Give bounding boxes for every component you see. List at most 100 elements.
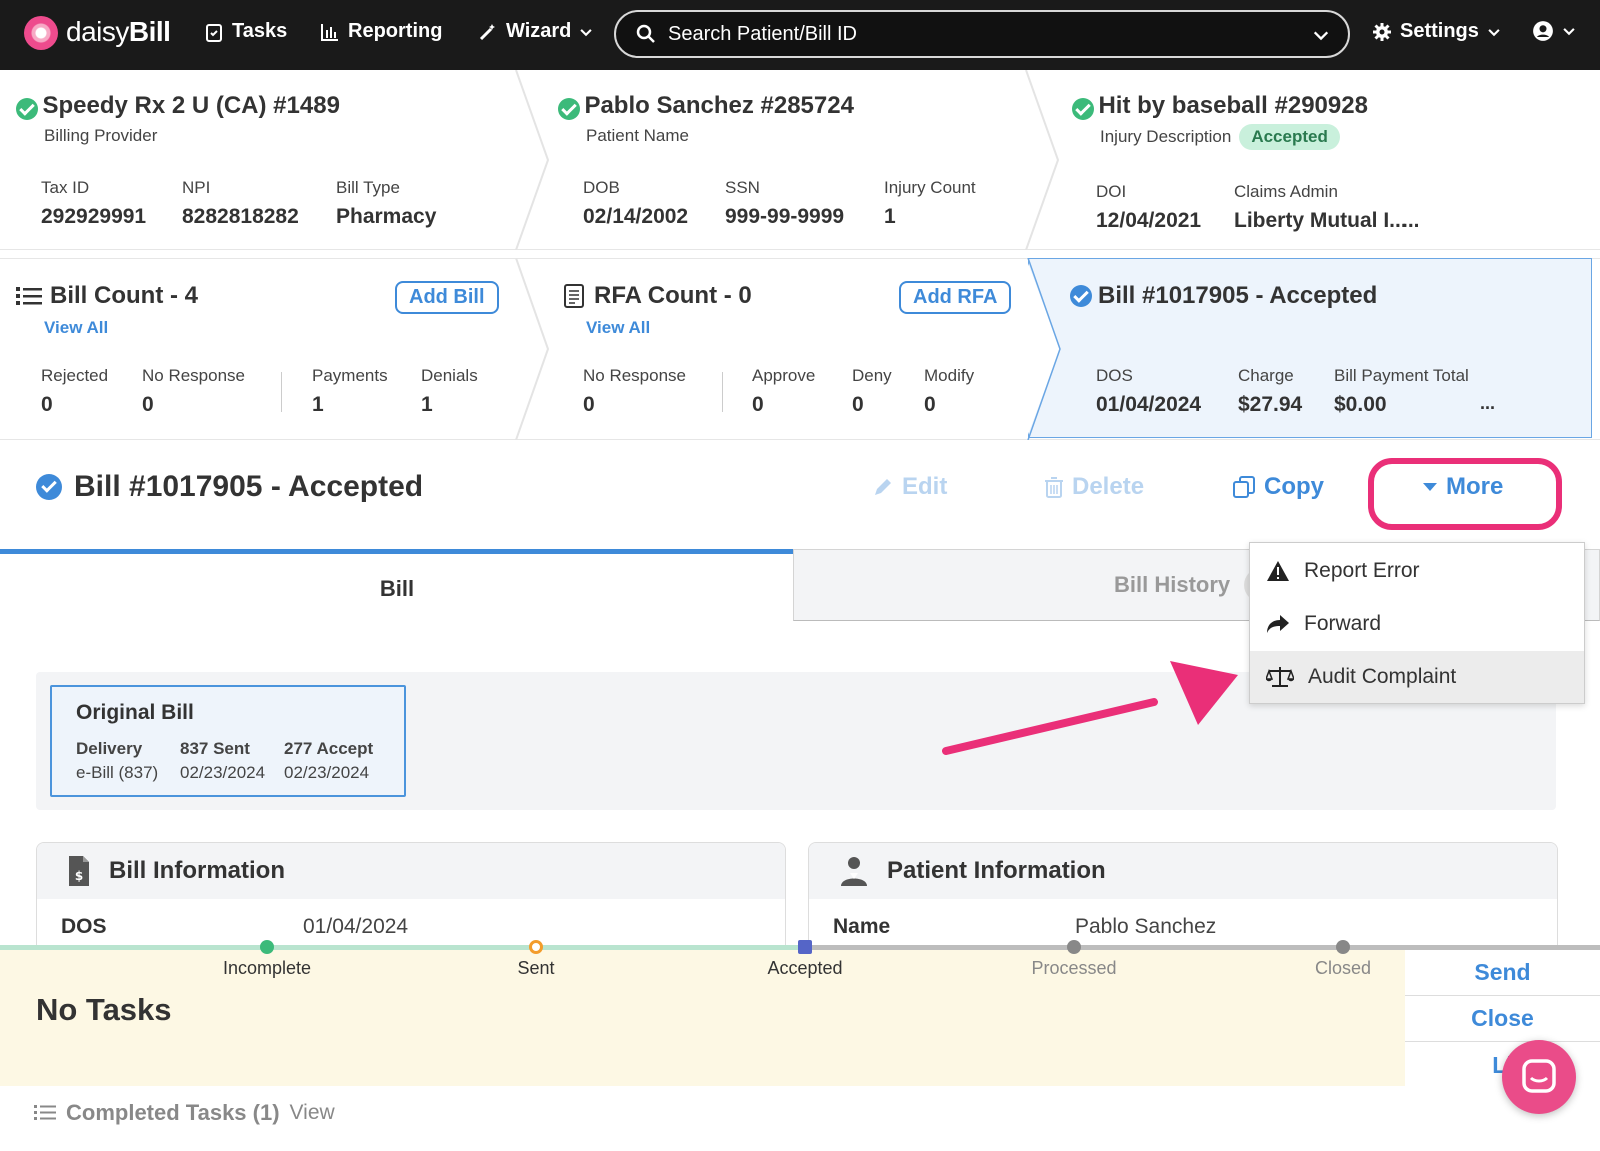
search-icon <box>636 24 655 43</box>
chat-launcher-button[interactable] <box>1502 1040 1576 1114</box>
rfa-count-value: 0 <box>583 393 595 416</box>
nav-settings[interactable]: Settings <box>1372 20 1501 43</box>
rfa-count-label: Modify <box>924 366 975 385</box>
rfa-count-value: 0 <box>752 393 764 416</box>
menu-item-report-error[interactable]: Report Error <box>1250 545 1584 597</box>
menu-item-label: Audit Complaint <box>1308 665 1457 688</box>
bill-count-header: Bill Count - 4 <box>16 282 198 310</box>
menu-item-label: Report Error <box>1304 559 1420 582</box>
patient-card[interactable]: Pablo Sanchez #285724 Patient Name <box>558 92 1018 146</box>
billing-provider-card[interactable]: Speedy Rx 2 U (CA) #1489 Billing Provide… <box>16 92 496 146</box>
tab-bill-label: Bill <box>379 576 415 601</box>
bill-card-title: Bill #1017905 - Accepted <box>1098 282 1378 309</box>
status-step-label: Closed <box>1314 958 1372 978</box>
injury-field-label: DOI <box>1096 182 1127 201</box>
top-nav: daisyBill Tasks Reporting Wizard Setting… <box>0 0 1600 70</box>
copy-button[interactable]: Copy <box>1232 473 1324 501</box>
bill-count-label: No Response <box>142 366 246 385</box>
completed-tasks-view-link[interactable]: View <box>290 1101 335 1125</box>
chevron-down-icon <box>1488 28 1500 36</box>
share-arrow-icon <box>1267 615 1289 633</box>
bill-info-value: 01/04/2024 <box>303 915 409 938</box>
patient-info-value: Pablo Sanchez <box>1075 915 1217 938</box>
original-bill-card[interactable]: Original Bill Delivery e-Bill (837) 837 … <box>50 685 406 797</box>
provider-field-value: 292929991 <box>41 205 147 228</box>
tab-bill-history-label: Bill History <box>1114 572 1231 597</box>
patient-field-value: 999-99-9999 <box>725 205 845 228</box>
check-circle-icon <box>36 474 62 500</box>
close-button[interactable]: Close <box>1405 996 1600 1042</box>
status-step-label: Incomplete <box>222 958 312 978</box>
menu-item-audit-complaint[interactable]: Audit Complaint <box>1250 651 1584 703</box>
user-menu[interactable] <box>1532 20 1576 42</box>
rfa-count-label: Deny <box>852 366 892 385</box>
chevron-down-icon[interactable] <box>1312 26 1330 44</box>
status-node-incomplete <box>260 940 274 954</box>
menu-item-label: Forward <box>1304 612 1382 635</box>
provider-field-label: Tax ID <box>41 178 90 197</box>
bill-card-label: Charge <box>1238 366 1294 385</box>
send-button[interactable]: Send <box>1405 950 1600 996</box>
provider-field-value: 8282818282 <box>182 205 299 228</box>
bill-card-value: $27.94 <box>1238 393 1303 416</box>
brand-logo[interactable]: daisyBill <box>66 16 171 48</box>
status-node-closed <box>1336 940 1350 954</box>
patient-field-label: SSN <box>725 178 760 197</box>
patient-title: Pablo Sanchez #285724 <box>584 92 854 119</box>
bill-count-value: 0 <box>142 393 154 416</box>
nav-tasks-label: Tasks <box>232 20 288 42</box>
page-title-text: Bill #1017905 - Accepted <box>74 470 424 503</box>
add-rfa-button[interactable]: Add RFA <box>899 281 1012 314</box>
no-tasks-label: No Tasks <box>36 992 172 1027</box>
patient-field-label: DOB <box>583 178 620 197</box>
add-bill-button[interactable]: Add Bill <box>395 281 499 314</box>
chevron-down-icon <box>1563 28 1575 36</box>
status-step-label: Sent <box>517 958 555 978</box>
user-circle-icon <box>1533 21 1553 41</box>
bill-information-panel: $ Bill Information DOS 01/04/2024 <box>36 842 786 962</box>
patient-field-label: Injury Count <box>884 178 976 197</box>
injury-field-value: 12/04/2021 <box>1096 209 1202 232</box>
bill-count-label: Rejected <box>41 366 109 385</box>
search-input[interactable] <box>668 22 1288 46</box>
original-bill-col-label: 277 Accept <box>284 739 374 758</box>
more-ellipsis[interactable]: ... <box>1402 209 1420 233</box>
bill-card-header: Bill #1017905 - Accepted <box>1070 282 1377 310</box>
bill-count-value: 1 <box>421 393 433 416</box>
original-bill-col-value: e-Bill (837) <box>76 763 159 782</box>
tasks-panel: No Tasks <box>0 948 1405 1086</box>
menu-item-forward[interactable]: Forward <box>1250 598 1584 650</box>
check-circle-icon <box>1070 285 1092 307</box>
invoice-dollar-icon: $ <box>69 856 89 886</box>
injury-card[interactable]: Hit by baseball #290928 Injury Descripti… <box>1072 92 1592 150</box>
rfa-count-label: Approve <box>752 366 816 385</box>
chevron-separator <box>515 258 550 440</box>
rfa-view-all-link[interactable]: View All <box>586 318 650 338</box>
nav-reporting[interactable]: Reporting <box>320 20 442 43</box>
bill-card-value: $0.00 <box>1334 393 1387 416</box>
bill-view-all-link[interactable]: View All <box>44 318 108 338</box>
patient-field-value: 02/14/2002 <box>583 205 689 228</box>
check-circle-icon <box>16 97 38 120</box>
tab-bill[interactable]: Bill <box>0 549 794 621</box>
document-list-icon <box>564 284 584 308</box>
bill-info-label: DOS <box>61 915 107 938</box>
bill-information-title: Bill Information <box>109 857 285 884</box>
daisy-logo-icon[interactable] <box>24 16 58 50</box>
status-node-sent <box>529 940 543 954</box>
nav-wizard-label: Wizard <box>506 20 572 42</box>
nav-settings-label: Settings <box>1400 20 1479 42</box>
status-node-processed <box>1067 940 1081 954</box>
more-ellipsis[interactable]: ... <box>1480 393 1495 414</box>
search-bar[interactable] <box>614 10 1350 58</box>
status-progress-complete <box>0 945 810 950</box>
nav-wizard[interactable]: Wizard <box>478 20 593 43</box>
patient-field-value: 1 <box>884 205 896 228</box>
edit-button[interactable]: Edit <box>872 473 947 501</box>
clipboard-check-icon <box>206 23 222 42</box>
bill-count-title: Bill Count - 4 <box>50 282 198 309</box>
nav-tasks[interactable]: Tasks <box>204 20 287 43</box>
pencil-icon <box>875 479 891 495</box>
delete-button[interactable]: Delete <box>1044 473 1144 501</box>
provider-field-value: Pharmacy <box>336 205 437 228</box>
